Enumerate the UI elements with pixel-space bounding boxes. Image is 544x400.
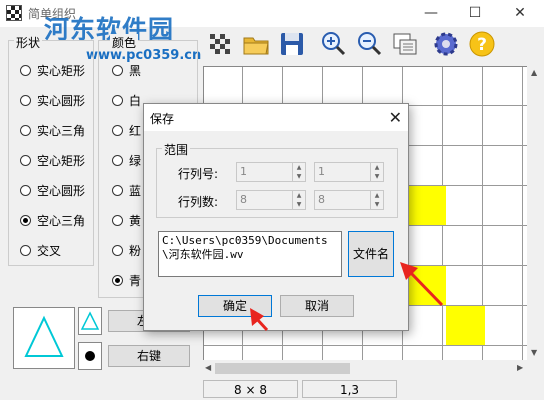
scroll-left-icon[interactable]: ◀	[205, 363, 211, 372]
color-option-cyan[interactable]: 青	[112, 271, 141, 289]
filename-button[interactable]: 文件名	[348, 231, 394, 277]
ok-button[interactable]: 确定	[198, 295, 272, 317]
spinner-arrows-icon: ▲ ▼	[292, 163, 305, 181]
grid-cell-filled[interactable]	[407, 186, 446, 225]
gear-icon[interactable]	[431, 29, 461, 59]
color-option-yellow[interactable]: 黄	[112, 211, 141, 229]
maximize-button[interactable]: ☐	[452, 0, 498, 27]
horizontal-scroll-thumb[interactable]	[215, 363, 350, 374]
app-icon	[6, 5, 22, 21]
grid-cell-filled[interactable]	[407, 266, 446, 305]
shape-option-hollow-triangle[interactable]: 空心三角	[20, 211, 85, 229]
color-option-pink[interactable]: 粉	[112, 241, 141, 259]
close-button[interactable]: ✕	[497, 0, 543, 27]
shape-option-hollow-rect[interactable]: 空心矩形	[20, 151, 85, 169]
status-cursor-position: 1,3	[302, 380, 397, 398]
row-to-spinner[interactable]: 1 ▲ ▼	[314, 162, 384, 182]
color-option-blue[interactable]: 蓝	[112, 181, 141, 199]
copy-window-icon[interactable]	[390, 29, 420, 59]
shape-option-hollow-circle[interactable]: 空心圆形	[20, 181, 85, 199]
spinner-arrows-icon: ▲ ▼	[370, 191, 383, 209]
shape-option-cross[interactable]: 交叉	[20, 241, 61, 259]
left-key-preview	[78, 307, 102, 335]
minimize-button[interactable]: —	[408, 0, 454, 27]
color-option-white[interactable]: 白	[112, 91, 141, 109]
file-path-field[interactable]: C:\Users\pc0359\Documents\河东软件园.wv	[158, 231, 342, 277]
dialog-title-bar: 保存	[144, 104, 408, 131]
vertical-scrollbar[interactable]	[527, 66, 544, 362]
range-group-label: 范围	[162, 141, 191, 158]
color-group-label: 颜色	[110, 34, 139, 51]
dialog-title: 保存	[150, 112, 175, 126]
save-disk-icon[interactable]	[277, 29, 307, 59]
color-option-red[interactable]: 红	[112, 121, 141, 139]
left-key-triangle-icon	[80, 311, 100, 330]
open-folder-icon[interactable]	[241, 29, 271, 59]
spinner-arrows-icon: ▲ ▼	[292, 191, 305, 209]
right-key-dot-icon	[85, 351, 95, 361]
svg-text:?: ?	[477, 35, 487, 55]
row-count-label: 行列数:	[178, 195, 219, 209]
scroll-right-icon[interactable]: ▶	[517, 363, 523, 372]
shape-option-solid-circle[interactable]: 实心圆形	[20, 91, 85, 109]
right-key-preview	[78, 342, 102, 370]
grid-cell-filled[interactable]	[446, 306, 485, 345]
zoom-in-icon[interactable]	[318, 29, 348, 59]
count-to-spinner[interactable]: 8 ▲ ▼	[314, 190, 384, 210]
cancel-button[interactable]: 取消	[280, 295, 354, 317]
zoom-out-icon[interactable]	[354, 29, 384, 59]
save-dialog: 保存 ✕ 范围 行列号: 1 ▲ ▼ 1 ▲ ▼ 行列数: 8 ▲ ▼ 8 ▲ ▼ C:\Use…	[143, 103, 409, 331]
row-index-label: 行列号:	[178, 167, 219, 181]
hollow-triangle-preview-icon	[24, 315, 64, 357]
scroll-up-icon[interactable]: ▲	[531, 68, 537, 77]
shape-option-solid-triangle[interactable]: 实心三角	[20, 121, 85, 139]
count-from-spinner[interactable]: 8 ▲ ▼	[236, 190, 306, 210]
shape-preview	[13, 307, 75, 369]
row-from-spinner[interactable]: 1 ▲ ▼	[236, 162, 306, 182]
shape-option-solid-rect[interactable]: 实心矩形	[20, 61, 85, 79]
dialog-close-icon[interactable]: ✕	[389, 108, 402, 127]
color-option-black[interactable]: 黑	[112, 61, 141, 79]
right-key-button[interactable]: 右键	[108, 345, 190, 367]
checker-icon[interactable]	[205, 29, 235, 59]
scroll-down-icon[interactable]: ▼	[531, 348, 537, 357]
color-option-green[interactable]: 绿	[112, 151, 141, 169]
help-icon[interactable]: ?	[467, 29, 497, 59]
spinner-arrows-icon: ▲ ▼	[370, 163, 383, 181]
status-grid-size: 8 × 8	[203, 380, 298, 398]
shape-group-label: 形状	[14, 34, 43, 51]
